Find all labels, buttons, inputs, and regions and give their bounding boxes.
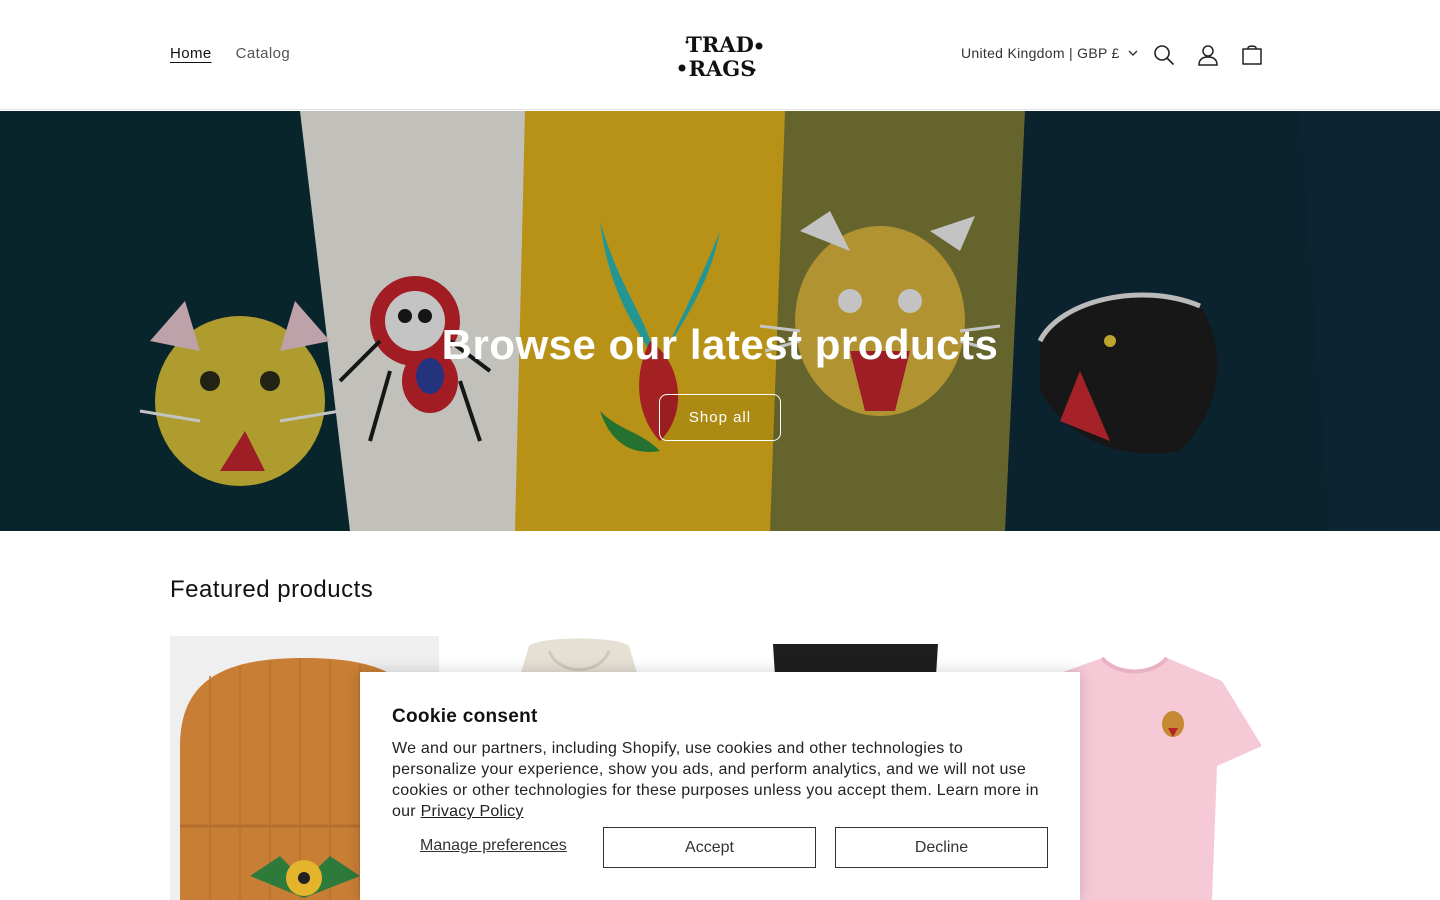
cart-button[interactable] — [1230, 33, 1274, 77]
nav-catalog-link[interactable]: Catalog — [224, 42, 303, 65]
site-logo[interactable]: TRAD RAGS — [676, 28, 764, 84]
country-label: United Kingdom | GBP £ — [961, 45, 1120, 61]
cart-icon — [1242, 45, 1262, 65]
svg-text:TRAD: TRAD — [686, 32, 754, 57]
trad-rags-logo: TRAD RAGS — [678, 32, 763, 81]
search-icon — [1154, 45, 1175, 66]
svg-text:RAGS: RAGS — [689, 56, 756, 81]
site-header: Home Catalog TRAD RAGS United Kingdom | … — [0, 0, 1440, 110]
accept-button[interactable]: Accept — [603, 827, 816, 868]
cookie-body: We and our partners, including Shopify, … — [392, 740, 1039, 820]
hero-title: Browse our latest products — [441, 321, 999, 368]
country-currency-selector[interactable]: United Kingdom | GBP £ — [951, 42, 1148, 64]
hero-banner: Browse our latest products Shop all — [0, 111, 1440, 531]
account-icon — [1198, 45, 1218, 66]
decline-button[interactable]: Decline — [835, 827, 1048, 868]
cookie-title: Cookie consent — [392, 706, 538, 727]
featured-products-title: Featured products — [170, 576, 374, 603]
search-button[interactable] — [1142, 33, 1186, 77]
manage-preferences-link[interactable]: Manage preferences — [420, 837, 567, 855]
account-button[interactable] — [1186, 33, 1230, 77]
cookie-consent-banner: Cookie consent We and our partners, incl… — [360, 672, 1080, 900]
shop-all-button[interactable]: Shop all — [659, 394, 781, 441]
privacy-policy-link[interactable]: Privacy Policy — [421, 803, 524, 820]
nav-home-link[interactable]: Home — [158, 42, 224, 65]
main-nav: Home Catalog — [158, 42, 302, 65]
chevron-down-icon — [1128, 50, 1138, 56]
